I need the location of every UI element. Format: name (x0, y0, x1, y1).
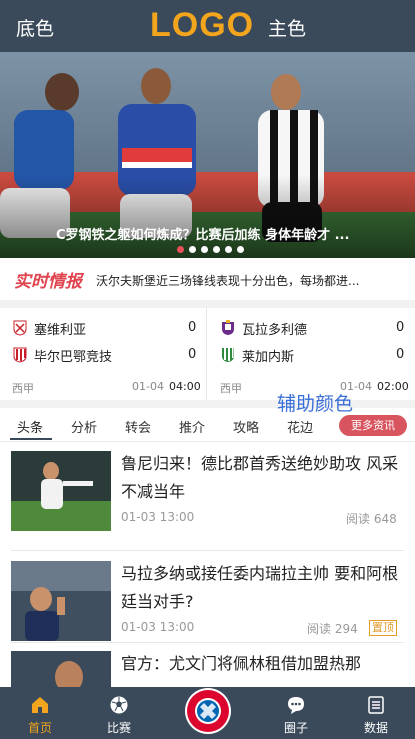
article-thumbnail (11, 451, 111, 531)
carousel-dot[interactable] (213, 246, 220, 253)
list-item[interactable]: 鲁尼归来！德比郡首秀送绝妙助攻 风采不减当年 01-03 13:00 阅读 64… (0, 442, 415, 542)
article-title[interactable]: 马拉多纳或接任委内瑞拉主帅 要和阿根廷当对手? (121, 560, 406, 616)
carousel-dot[interactable] (237, 246, 244, 253)
live-intel-strip[interactable]: 实时情报 沃尔夫斯堡近三场锋线表现十分出色，每场都进... (0, 258, 415, 300)
article-reads: 阅读 648 (346, 512, 397, 526)
article-title[interactable]: 官方：尤文门将佩林租借加盟热那 (121, 650, 406, 678)
league-name: 西甲 (220, 382, 242, 395)
divider (11, 550, 404, 551)
carousel-dots[interactable] (177, 246, 244, 253)
live-intel-tag: 实时情报 (14, 272, 82, 292)
athletic-crest-icon (13, 347, 27, 363)
home-team: 瓦拉多利德 (220, 318, 307, 338)
article-date: 01-03 13:00 (121, 510, 195, 524)
away-team: 毕尔巴鄂竞技 (12, 345, 112, 365)
match-time: 02:00 (377, 380, 409, 393)
soccer-ball-icon (110, 696, 128, 714)
sevilla-crest-icon (13, 320, 27, 336)
carousel-dot[interactable] (225, 246, 232, 253)
pinned-badge: 置顶 (369, 620, 397, 636)
banner-caption[interactable]: C罗钢铁之躯如何炼成？比赛后加练 身体年龄才 ... (56, 224, 406, 243)
away-team-name: 毕尔巴鄂竞技 (34, 349, 113, 365)
tab-analysis[interactable]: 分析 (71, 417, 97, 436)
home-score: 0 (396, 320, 405, 335)
list-item[interactable]: 马拉多纳或接任委内瑞拉主帅 要和阿根廷当对手? 01-03 13:00 阅读 2… (0, 552, 415, 652)
article-title[interactable]: 鲁尼归来！德比郡首秀送绝妙助攻 风采不减当年 (121, 450, 406, 506)
bottom-nav: 首页 比赛 圈子 数据 (0, 687, 415, 739)
home-score: 0 (188, 320, 197, 335)
tab-transfer[interactable]: 转会 (125, 417, 151, 436)
match-scores: 塞维利亚 0 毕尔巴鄂竞技 0 西甲 01-04 04:00 瓦拉多利德 0 莱… (0, 308, 415, 400)
live-intel-text[interactable]: 沃尔夫斯堡近三场锋线表现十分出色，每场都进... (96, 272, 414, 289)
home-team-name: 塞维利亚 (34, 322, 87, 338)
top-bar: 底色 LOGO 主色 (0, 0, 415, 52)
nav-item-home[interactable]: 首页 (5, 687, 75, 739)
match-date: 01-04 (132, 380, 164, 393)
tab-strategy[interactable]: 攻略 (233, 417, 259, 436)
carousel-dot[interactable] (177, 246, 184, 253)
away-score: 0 (188, 347, 197, 362)
auxiliary-color-label: 辅助颜色 (277, 393, 354, 415)
nav-label: 首页 (27, 721, 52, 735)
nav-label: 圈子 (283, 721, 308, 735)
nav-label: 数据 (363, 721, 388, 735)
data-list-icon (368, 696, 384, 714)
article-thumbnail (11, 651, 111, 687)
app-logo[interactable]: LOGO (150, 6, 254, 45)
base-color-label: 底色 (16, 18, 55, 40)
match-time: 04:00 (169, 380, 201, 393)
chat-bubble-icon (288, 697, 304, 714)
carousel-dot[interactable] (189, 246, 196, 253)
article-reads: 阅读 294 (307, 622, 358, 636)
tab-headlines[interactable]: 头条 (17, 417, 43, 436)
list-item[interactable]: 官方：尤文门将佩林租借加盟热那 (0, 642, 415, 687)
tab-recommend[interactable]: 推介 (179, 417, 205, 436)
active-tab-indicator (10, 438, 52, 440)
article-date: 01-03 13:00 (121, 620, 195, 634)
valladolid-crest-icon (222, 320, 234, 335)
nav-item-data[interactable]: 数据 (341, 687, 411, 739)
nav-item-matches[interactable]: 比赛 (84, 687, 154, 739)
away-team-name: 莱加内斯 (242, 349, 295, 365)
nav-item-community[interactable]: 圈子 (261, 687, 331, 739)
match-card[interactable]: 瓦拉多利德 0 莱加内斯 0 西甲 01-04 02:00 (208, 308, 415, 400)
main-color-label: 主色 (268, 18, 307, 40)
club-crest-icon (185, 688, 231, 734)
article-thumbnail (11, 561, 111, 641)
home-team-name: 瓦拉多利德 (242, 322, 308, 338)
nav-label: 比赛 (106, 721, 131, 735)
nav-item-club[interactable] (184, 687, 232, 735)
news-feed[interactable]: 鲁尼归来！德比郡首秀送绝妙助攻 风采不减当年 01-03 13:00 阅读 64… (0, 442, 415, 687)
more-news-button[interactable]: 更多资讯 (339, 415, 407, 436)
league-name: 西甲 (12, 382, 34, 395)
home-icon (32, 697, 48, 713)
banner-carousel[interactable]: C罗钢铁之躯如何炼成？比赛后加练 身体年龄才 ... (0, 52, 415, 258)
leganes-crest-icon (222, 348, 234, 362)
away-team: 莱加内斯 (220, 345, 294, 365)
carousel-dot[interactable] (201, 246, 208, 253)
away-score: 0 (396, 347, 405, 362)
tab-gossip[interactable]: 花边 (287, 417, 313, 436)
match-card[interactable]: 塞维利亚 0 毕尔巴鄂竞技 0 西甲 01-04 04:00 (0, 308, 207, 400)
home-team: 塞维利亚 (12, 318, 86, 338)
